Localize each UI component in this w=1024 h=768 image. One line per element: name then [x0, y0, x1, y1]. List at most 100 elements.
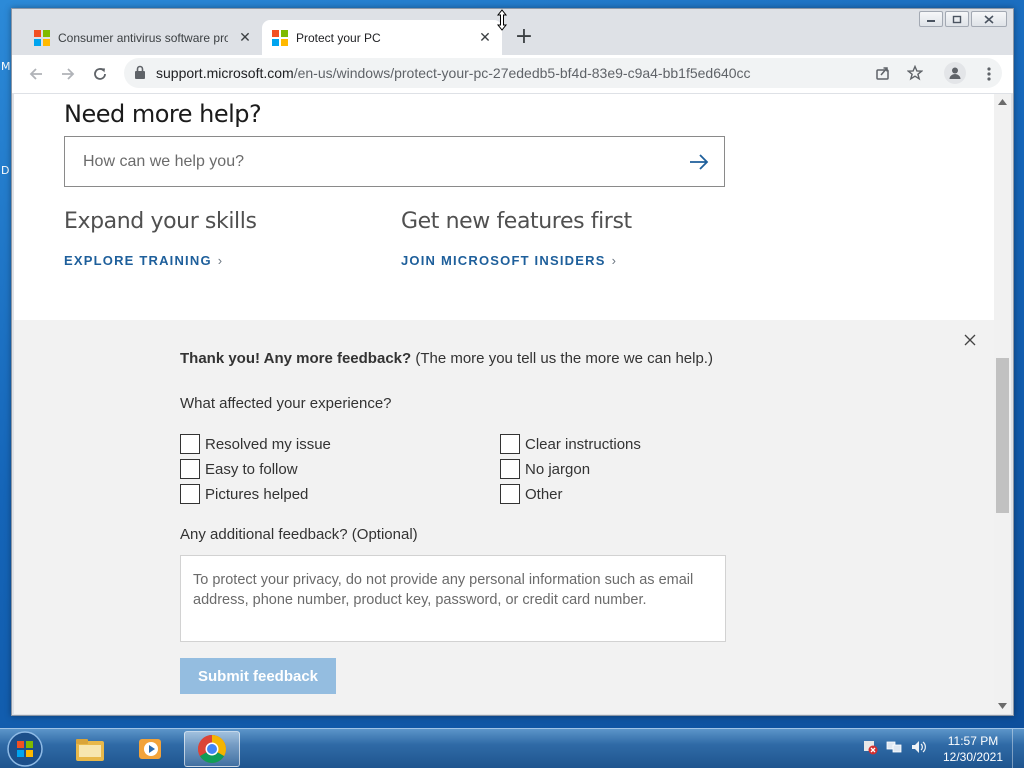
share-button[interactable] — [874, 64, 892, 82]
need-more-help-heading: Need more help? — [64, 100, 262, 128]
checkbox[interactable] — [180, 459, 200, 479]
checkbox[interactable] — [180, 484, 200, 504]
clock-date: 12/30/2021 — [942, 750, 1004, 764]
checkbox[interactable] — [500, 434, 520, 454]
url-path: /en-us/windows/protect-your-pc-27ededb5-… — [293, 65, 751, 81]
show-desktop-button[interactable] — [1012, 729, 1024, 768]
link-label: JOIN MICROSOFT INSIDERS — [401, 253, 606, 268]
scroll-up-arrow-icon[interactable] — [998, 99, 1007, 105]
back-arrow-icon — [29, 68, 42, 80]
help-search-input[interactable] — [65, 137, 665, 186]
minimize-button[interactable] — [919, 11, 943, 27]
option-label: Pictures helped — [205, 485, 309, 503]
microsoft-logo-icon — [272, 29, 288, 46]
link-label: EXPLORE TRAINING — [64, 253, 212, 268]
close-tab-icon[interactable]: ✕ — [238, 30, 252, 44]
microsoft-logo-icon — [34, 29, 50, 46]
windows-start-icon[interactable] — [6, 730, 44, 768]
system-tray — [862, 739, 926, 755]
join-insiders-link[interactable]: JOIN MICROSOFT INSIDERS › — [401, 253, 617, 268]
option-label: Other — [525, 485, 563, 503]
restore-icon — [952, 15, 962, 23]
action-center-alert-icon[interactable] — [862, 739, 878, 755]
desktop-icon-label-fragment: D — [1, 164, 10, 177]
additional-feedback-textarea[interactable] — [180, 555, 726, 642]
help-search-box — [64, 136, 725, 187]
share-icon — [876, 67, 889, 80]
page-content: Need more help? Expand your skills EXPLO… — [14, 94, 994, 714]
explore-training-link[interactable]: EXPLORE TRAINING › — [64, 253, 223, 268]
resize-cursor-icon — [496, 9, 508, 31]
close-icon[interactable] — [962, 332, 978, 348]
checkbox[interactable] — [500, 484, 520, 504]
network-icon[interactable] — [886, 739, 902, 755]
option-label: Resolved my issue — [205, 435, 331, 453]
option-resolved-my-issue[interactable]: Resolved my issue — [180, 434, 331, 454]
thanks-rest: (The more you tell us the more we can he… — [411, 350, 713, 367]
new-features-heading: Get new features first — [401, 209, 632, 234]
chrome-icon — [198, 735, 226, 763]
checkbox[interactable] — [500, 459, 520, 479]
window-close-button[interactable] — [971, 11, 1007, 27]
reload-button[interactable] — [89, 63, 111, 85]
submit-feedback-button[interactable]: Submit feedback — [180, 658, 336, 694]
restore-button[interactable] — [945, 11, 969, 27]
option-other[interactable]: Other — [500, 484, 563, 504]
taskbar-clock[interactable]: 11:57 PM 12/30/2021 — [938, 733, 1008, 765]
media-player-icon — [139, 739, 161, 759]
option-label: No jargon — [525, 460, 591, 478]
star-icon — [907, 65, 923, 81]
clock-time: 11:57 PM — [947, 734, 999, 748]
desktop-icon-label-fragment: M — [1, 60, 11, 73]
thanks-bold: Thank you! Any more feedback? — [180, 350, 412, 367]
taskbar-explorer-button[interactable] — [62, 731, 118, 767]
close-icon — [984, 14, 994, 24]
tab-consumer-antivirus[interactable]: Consumer antivirus software providers ✕ — [24, 20, 262, 55]
reload-icon — [94, 68, 106, 80]
option-label: Easy to follow — [205, 460, 298, 478]
additional-feedback-label: Any additional feedback? (Optional) — [180, 526, 418, 543]
url-text: support.microsoft.com/en-us/windows/prot… — [156, 65, 751, 81]
browser-window: Consumer antivirus software providers ✕ … — [11, 8, 1014, 716]
address-bar[interactable]: support.microsoft.com/en-us/windows/prot… — [124, 58, 1002, 88]
taskbar-chrome-button[interactable] — [184, 731, 240, 767]
window-controls — [919, 11, 1007, 27]
forward-arrow-icon — [62, 68, 75, 80]
experience-question: What affected your experience? — [180, 395, 392, 412]
tab-title: Protect your PC — [296, 30, 381, 45]
vertical-scrollbar[interactable] — [994, 94, 1011, 714]
close-tab-icon[interactable]: ✕ — [478, 30, 492, 44]
scrollbar-thumb[interactable] — [996, 358, 1009, 513]
avatar-icon — [949, 67, 961, 79]
feedback-panel: Thank you! Any more feedback? (The more … — [14, 320, 994, 714]
profile-button[interactable] — [944, 62, 966, 84]
new-tab-button[interactable]: + — [512, 26, 536, 50]
forward-button[interactable] — [57, 63, 79, 85]
option-no-jargon[interactable]: No jargon — [500, 459, 590, 479]
bookmark-star-button[interactable] — [906, 64, 924, 82]
folder-icon — [76, 739, 104, 761]
option-clear-instructions[interactable]: Clear instructions — [500, 434, 641, 454]
option-pictures-helped[interactable]: Pictures helped — [180, 484, 308, 504]
url-host: support.microsoft.com — [156, 65, 294, 81]
menu-button[interactable] — [978, 63, 1000, 85]
minimize-icon — [927, 20, 935, 22]
option-label: Clear instructions — [525, 435, 641, 453]
option-easy-to-follow[interactable]: Easy to follow — [180, 459, 298, 479]
lock-icon — [135, 65, 145, 79]
arrow-right-icon[interactable] — [688, 151, 710, 173]
volume-icon[interactable] — [910, 739, 926, 755]
scroll-down-arrow-icon[interactable] — [998, 703, 1007, 709]
taskbar: 11:57 PM 12/30/2021 — [0, 728, 1024, 768]
tab-protect-your-pc[interactable]: Protect your PC ✕ — [262, 20, 502, 55]
chevron-right-icon: › — [611, 253, 618, 268]
taskbar-media-player-button[interactable] — [123, 731, 179, 767]
feedback-thanks-text: Thank you! Any more feedback? (The more … — [180, 350, 713, 367]
tab-title: Consumer antivirus software providers — [58, 30, 228, 45]
chevron-right-icon: › — [217, 253, 224, 268]
expand-skills-heading: Expand your skills — [64, 209, 257, 234]
tab-strip: Consumer antivirus software providers ✕ … — [12, 9, 1013, 55]
back-button[interactable] — [25, 63, 47, 85]
kebab-menu-icon — [987, 67, 991, 81]
checkbox[interactable] — [180, 434, 200, 454]
